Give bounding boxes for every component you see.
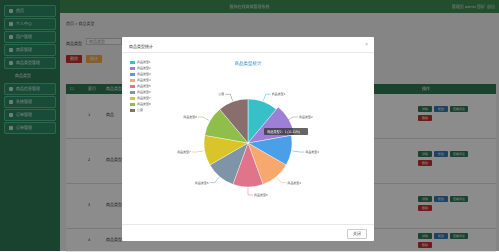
label-line <box>225 93 233 101</box>
label-line <box>197 116 210 121</box>
close-icon[interactable]: × <box>365 42 368 48</box>
slice-label: 商品类型8 <box>183 114 197 119</box>
label-line <box>247 188 253 196</box>
tooltip-text: 商品类型2：1 (11.11%) <box>267 129 300 134</box>
modal-footer: 关闭 <box>122 224 374 241</box>
chart-tooltip: 商品类型2：1 (11.11%) <box>264 128 308 135</box>
close-button[interactable]: 关闭 <box>347 229 367 239</box>
stats-modal: 商品类型统计 × 商品类型统计 商品类型1 商品类型2 商品类型3 商品类型4 商品类型… <box>122 37 374 241</box>
slice-label: 商品类型1 <box>272 91 286 96</box>
legend-item[interactable]: 商品类型1 <box>130 60 170 64</box>
modal-divider <box>122 52 374 53</box>
label-line <box>263 93 271 101</box>
label-line <box>209 177 220 184</box>
slice-label: 商品类型7 <box>177 149 191 154</box>
label-line <box>292 150 305 153</box>
legend-label: 商品类型1 <box>137 60 151 64</box>
modal-title: 商品类型统计 <box>129 44 153 49</box>
slice-label: 商品类型3 <box>305 149 319 154</box>
label-line <box>276 177 287 184</box>
slice-label: 商品类型2 <box>299 114 313 119</box>
slice-label: 商品类型5 <box>254 192 268 197</box>
slice-label: 公寓 <box>218 91 224 96</box>
slice-label: 商品类型6 <box>195 180 209 185</box>
legend-swatch <box>130 60 135 64</box>
slice-label: 商品类型4 <box>287 180 301 185</box>
label-line <box>191 150 204 153</box>
pie-chart: 商品类型1 商品类型2 商品类型3 商品类型4 商品类型5 商品类型6 商品类型7 商品类型8… <box>177 91 319 197</box>
